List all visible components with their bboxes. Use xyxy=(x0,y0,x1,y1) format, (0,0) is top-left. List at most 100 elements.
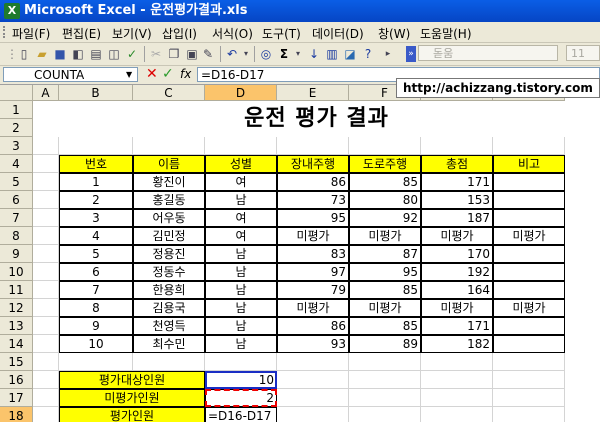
spelling-icon[interactable]: ✓ xyxy=(124,46,140,62)
grid-cell[interactable] xyxy=(421,353,493,371)
table-data-cell[interactable] xyxy=(493,281,565,299)
table-data-cell[interactable]: 79 xyxy=(277,281,349,299)
table-data-cell[interactable]: 85 xyxy=(349,173,421,191)
table-data-cell[interactable]: 정동수 xyxy=(133,263,205,281)
table-data-cell[interactable]: 천영득 xyxy=(133,317,205,335)
table-data-cell[interactable] xyxy=(493,245,565,263)
table-data-cell[interactable]: 미평가 xyxy=(421,227,493,245)
table-data-cell[interactable]: 2 xyxy=(59,191,133,209)
enter-icon[interactable]: ✓ xyxy=(162,66,174,82)
undo-dropdown-icon[interactable]: ▾ xyxy=(238,46,254,62)
table-data-cell[interactable]: 남 xyxy=(205,191,277,209)
table-data-cell[interactable]: 192 xyxy=(421,263,493,281)
grid-cell[interactable] xyxy=(349,407,421,422)
table-data-cell[interactable]: 93 xyxy=(277,335,349,353)
table-data-cell[interactable]: 73 xyxy=(277,191,349,209)
excel-app-icon[interactable]: X xyxy=(4,3,20,19)
name-box-dropdown-icon[interactable]: ▼ xyxy=(126,70,132,79)
grid-cell[interactable] xyxy=(205,353,277,371)
grid-cell[interactable] xyxy=(421,137,493,155)
table-header-cell[interactable]: 이름 xyxy=(133,155,205,173)
column-header-a[interactable]: A xyxy=(33,85,59,101)
table-data-cell[interactable]: 남 xyxy=(205,263,277,281)
grid-cell[interactable] xyxy=(493,353,565,371)
font-size-box[interactable]: 11 xyxy=(566,45,600,61)
grid-cell[interactable] xyxy=(33,407,59,422)
grid-cell[interactable] xyxy=(277,389,349,407)
paste-icon[interactable]: ▣ xyxy=(184,46,200,62)
grid-cell[interactable] xyxy=(277,137,349,155)
table-data-cell[interactable]: 미평가 xyxy=(349,299,421,317)
table-data-cell[interactable]: 8 xyxy=(59,299,133,317)
table-data-cell[interactable]: 남 xyxy=(205,317,277,335)
table-data-cell[interactable]: 여 xyxy=(205,173,277,191)
table-data-cell[interactable] xyxy=(493,173,565,191)
row-header-2[interactable]: 2 xyxy=(0,119,33,137)
table-header-cell[interactable]: 도로주행 xyxy=(349,155,421,173)
grid-cell[interactable] xyxy=(33,371,59,389)
menu-edit[interactable]: 편집(E) xyxy=(62,25,101,42)
table-data-cell[interactable]: 164 xyxy=(421,281,493,299)
table-data-cell[interactable]: 4 xyxy=(59,227,133,245)
row-header-1[interactable]: 1 xyxy=(0,101,33,119)
table-data-cell[interactable]: 미평가 xyxy=(493,299,565,317)
table-data-cell[interactable]: 정용진 xyxy=(133,245,205,263)
grid-cell[interactable] xyxy=(133,353,205,371)
format-painter-icon[interactable]: ✎ xyxy=(200,46,216,62)
grid-cell[interactable] xyxy=(421,371,493,389)
table-data-cell[interactable]: 남 xyxy=(205,281,277,299)
table-data-cell[interactable] xyxy=(493,317,565,335)
summary-value[interactable]: 10 xyxy=(205,371,277,389)
row-header-5[interactable]: 5 xyxy=(0,173,33,191)
table-header-cell[interactable]: 장내주행 xyxy=(277,155,349,173)
table-data-cell[interactable]: 83 xyxy=(277,245,349,263)
grid-cell[interactable] xyxy=(33,263,59,281)
menu-data[interactable]: 데이터(D) xyxy=(312,25,364,42)
row-header-12[interactable]: 12 xyxy=(0,299,33,317)
row-header-17[interactable]: 17 xyxy=(0,389,33,407)
table-header-cell[interactable]: 총점 xyxy=(421,155,493,173)
table-data-cell[interactable]: 95 xyxy=(277,209,349,227)
table-header-cell[interactable]: 비고 xyxy=(493,155,565,173)
print-preview-icon[interactable]: ◫ xyxy=(106,46,122,62)
cut-icon[interactable]: ✂ xyxy=(148,46,164,62)
table-data-cell[interactable]: 김용국 xyxy=(133,299,205,317)
row-header-4[interactable]: 4 xyxy=(0,155,33,173)
sheet-title[interactable]: 운전 평가 결과 xyxy=(33,101,600,137)
table-data-cell[interactable]: 9 xyxy=(59,317,133,335)
font-name-box[interactable]: 돋움 xyxy=(418,45,558,61)
hyperlink-icon[interactable]: ◎ xyxy=(258,46,274,62)
table-data-cell[interactable]: 1 xyxy=(59,173,133,191)
grid-cell[interactable] xyxy=(277,371,349,389)
name-box[interactable]: COUNTA xyxy=(3,67,138,82)
grid-cell[interactable] xyxy=(33,155,59,173)
table-data-cell[interactable]: 5 xyxy=(59,245,133,263)
row-header-11[interactable]: 11 xyxy=(0,281,33,299)
table-data-cell[interactable]: 87 xyxy=(349,245,421,263)
select-all-corner[interactable] xyxy=(0,85,33,101)
grid-cell[interactable] xyxy=(493,389,565,407)
menu-insert[interactable]: 삽입(I) xyxy=(162,25,197,42)
row-header-14[interactable]: 14 xyxy=(0,335,33,353)
table-data-cell[interactable]: 85 xyxy=(349,317,421,335)
grid-cell[interactable] xyxy=(133,137,205,155)
table-data-cell[interactable]: 10 xyxy=(59,335,133,353)
grid-cell[interactable] xyxy=(59,353,133,371)
chart-wizard-icon[interactable]: ▥ xyxy=(324,46,340,62)
grid-cell[interactable] xyxy=(349,389,421,407)
grid-cell[interactable] xyxy=(33,191,59,209)
table-data-cell[interactable]: 97 xyxy=(277,263,349,281)
grid-cell[interactable] xyxy=(205,137,277,155)
table-data-cell[interactable]: 남 xyxy=(205,335,277,353)
row-header-13[interactable]: 13 xyxy=(0,317,33,335)
row-header-6[interactable]: 6 xyxy=(0,191,33,209)
table-data-cell[interactable]: 182 xyxy=(421,335,493,353)
new-icon[interactable]: ▯ xyxy=(16,46,32,62)
table-data-cell[interactable]: 7 xyxy=(59,281,133,299)
grid-cell[interactable] xyxy=(349,371,421,389)
row-header-10[interactable]: 10 xyxy=(0,263,33,281)
table-data-cell[interactable]: 92 xyxy=(349,209,421,227)
insert-function-icon[interactable]: fx xyxy=(180,67,191,81)
active-formula-cell[interactable]: =D16-D17 xyxy=(205,407,277,422)
menu-grip-icon[interactable] xyxy=(3,26,9,38)
